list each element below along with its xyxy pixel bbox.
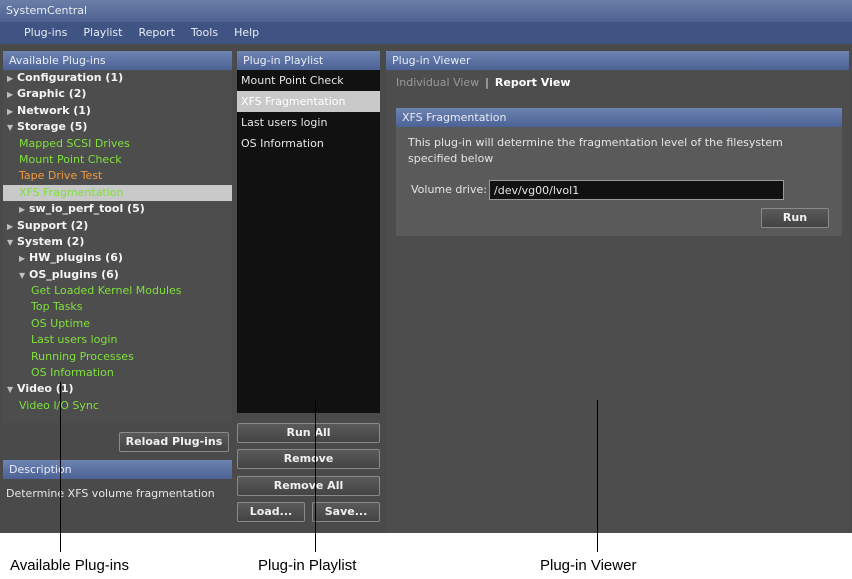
menu-help[interactable]: Help — [226, 22, 267, 44]
expand-right-icon[interactable]: ▶ — [19, 202, 29, 218]
reload-plugins-button[interactable]: Reload Plug-ins — [119, 432, 229, 452]
tree-plugin-item[interactable]: Last users login — [3, 332, 232, 348]
expand-right-icon[interactable]: ▶ — [7, 104, 17, 120]
remove-all-button[interactable]: Remove All — [237, 476, 380, 496]
tree-plugin-item[interactable]: OS Uptime — [3, 316, 232, 332]
menu-plug-ins[interactable]: Plug-ins — [16, 22, 75, 44]
tree-item-label: Storage (5) — [17, 120, 88, 134]
tree-item-label: Support (2) — [17, 218, 89, 232]
tree-category[interactable]: ▶ HW_plugins (6) — [3, 250, 232, 266]
playlist-item[interactable]: XFS Fragmentation — [237, 91, 380, 112]
tree-item-label: Last users login — [31, 333, 118, 347]
view-tabs: Individual View | Report View — [396, 76, 570, 89]
description-text: Determine XFS volume fragmentation — [6, 487, 215, 500]
callout-available-plugins: Available Plug-ins — [10, 557, 129, 574]
tree-item-label: Video I/O Sync — [19, 398, 99, 412]
playlist-item[interactable]: OS Information — [237, 133, 380, 154]
expand-down-icon[interactable]: ▼ — [7, 120, 17, 136]
tree-category[interactable]: ▶ sw_io_perf_tool (5) — [3, 201, 232, 217]
tree-plugin-item[interactable]: Top Tasks — [3, 299, 232, 315]
tree-plugin-item[interactable]: XFS Fragmentation — [3, 184, 232, 202]
tree-item-label: System (2) — [17, 234, 85, 248]
callout-plugin-viewer: Plug-in Viewer — [540, 557, 637, 574]
window-title: SystemCentral — [6, 4, 88, 17]
description-header: Description — [3, 460, 232, 479]
tree-item-label: Mount Point Check — [19, 152, 122, 166]
callout-line-viewer — [597, 400, 598, 552]
tab-separator: | — [485, 76, 489, 89]
load-button[interactable]: Load... — [237, 502, 305, 522]
playlist-item[interactable]: Last users login — [237, 112, 380, 133]
tree-item-label: XFS Fragmentation — [19, 185, 124, 199]
expand-down-icon[interactable]: ▼ — [7, 382, 17, 398]
tree-item-label: Get Loaded Kernel Modules — [31, 284, 182, 298]
tree-item-label: OS_plugins (6) — [29, 267, 119, 281]
tree-category[interactable]: ▼ Video (1) — [3, 381, 232, 397]
menu-playlist[interactable]: Playlist — [75, 22, 130, 44]
tree-plugin-item[interactable]: Tape Drive Test — [3, 168, 232, 184]
tab-report-view[interactable]: Report View — [495, 76, 571, 89]
available-plugins-header: Available Plug-ins — [3, 51, 232, 70]
plugin-description: This plug-in will determine the fragment… — [408, 136, 783, 165]
systemcentral-window: SystemCentral Plug-ins Playlist Report T… — [0, 0, 852, 533]
tree-item-label: Tape Drive Test — [19, 169, 103, 183]
plugin-playlist-header: Plug-in Playlist — [237, 51, 380, 70]
callout-line-available — [60, 382, 61, 552]
tree-item-label: Network (1) — [17, 103, 91, 117]
tab-individual-view[interactable]: Individual View — [396, 76, 479, 89]
menu-bar: Plug-ins Playlist Report Tools Help — [0, 22, 852, 44]
tree-category[interactable]: ▼ System (2) — [3, 234, 232, 250]
tree-category[interactable]: ▶ Support (2) — [3, 218, 232, 234]
expand-right-icon[interactable]: ▶ — [7, 87, 17, 103]
available-plugins-tree[interactable]: ▶ Configuration (1) ▶ Graphic (2) ▶ Network (… — [3, 70, 232, 423]
title-bar: SystemCentral — [0, 0, 852, 22]
tree-category[interactable]: ▶ Graphic (2) — [3, 86, 232, 102]
tree-item-label: Running Processes — [31, 349, 134, 363]
tree-plugin-item[interactable]: Running Processes — [3, 349, 232, 365]
expand-right-icon[interactable]: ▶ — [19, 251, 29, 267]
plugin-viewer-header: Plug-in Viewer — [386, 51, 849, 70]
plugin-detail-title: XFS Fragmentation — [396, 108, 842, 127]
save-button[interactable]: Save... — [312, 502, 380, 522]
expand-down-icon[interactable]: ▼ — [7, 235, 17, 251]
tree-item-label: Mapped SCSI Drives — [19, 136, 130, 150]
tree-plugin-item[interactable]: Mapped SCSI Drives — [3, 136, 232, 152]
plugin-playlist-list[interactable]: Mount Point Check XFS Fragmentation Last u… — [237, 70, 380, 413]
tree-category[interactable]: ▶ Network (1) — [3, 103, 232, 119]
tree-item-label: Configuration (1) — [17, 71, 124, 84]
callout-line-playlist — [315, 400, 316, 552]
volume-drive-label: Volume drive: — [411, 183, 487, 196]
remove-button[interactable]: Remove — [237, 449, 380, 469]
menu-report[interactable]: Report — [130, 22, 182, 44]
tree-plugin-item[interactable]: Video I/O Sync — [3, 398, 232, 414]
tree-item-label: HW_plugins (6) — [29, 251, 123, 265]
tree-category[interactable]: ▼ OS_plugins (6) — [3, 267, 232, 283]
tree-plugin-item[interactable]: OS Information — [3, 365, 232, 381]
tree-plugin-item[interactable]: Mount Point Check — [3, 152, 232, 168]
tree-category[interactable]: ▼ Storage (5) — [3, 119, 232, 135]
menu-tools[interactable]: Tools — [183, 22, 226, 44]
tree-item-label: OS Information — [31, 366, 114, 380]
run-all-button[interactable]: Run All — [237, 423, 380, 443]
expand-down-icon[interactable]: ▼ — [19, 268, 29, 284]
volume-drive-input[interactable] — [489, 180, 784, 200]
tree-item-label: sw_io_perf_tool (5) — [29, 202, 145, 216]
tree-plugin-item[interactable]: Get Loaded Kernel Modules — [3, 283, 232, 299]
run-button[interactable]: Run — [761, 208, 829, 228]
expand-right-icon[interactable]: ▶ — [7, 71, 17, 87]
expand-right-icon[interactable]: ▶ — [7, 219, 17, 235]
tree-item-label: OS Uptime — [31, 316, 91, 330]
playlist-item[interactable]: Mount Point Check — [237, 70, 380, 91]
tree-category[interactable]: ▶ Configuration (1) — [3, 70, 232, 86]
callout-plugin-playlist: Plug-in Playlist — [258, 557, 357, 574]
tree-item-label: Video (1) — [17, 382, 74, 396]
tree-item-label: Top Tasks — [31, 300, 83, 314]
tree-item-label: Graphic (2) — [17, 87, 87, 101]
